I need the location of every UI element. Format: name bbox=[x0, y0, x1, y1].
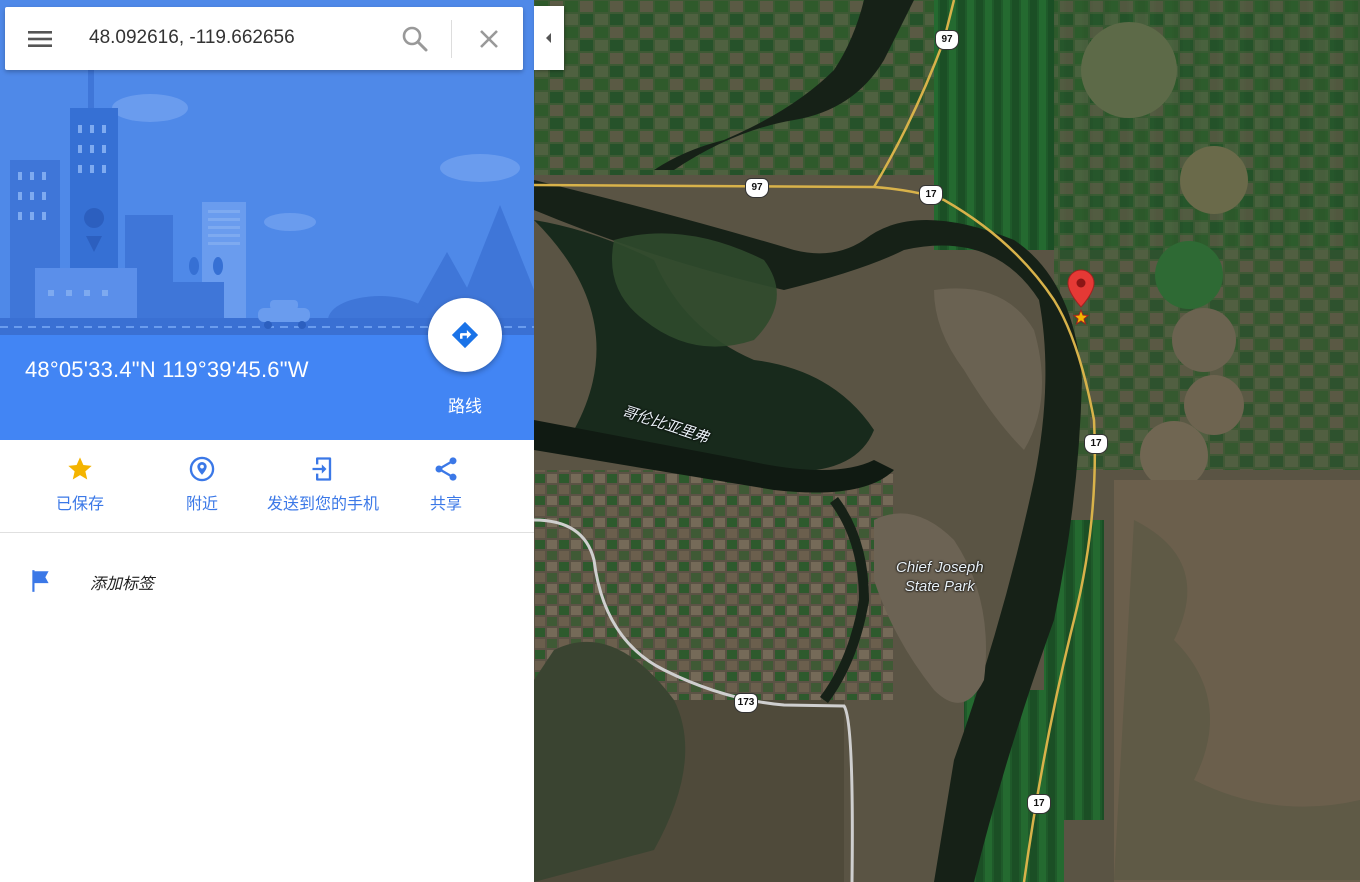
park-label: Chief Joseph State Park bbox=[896, 558, 984, 596]
add-label-text: 添加标签 bbox=[90, 576, 155, 593]
flag-icon bbox=[32, 570, 49, 592]
route-shield: 17 bbox=[1027, 794, 1051, 814]
directions-label: 路线 bbox=[448, 397, 482, 416]
search-input[interactable] bbox=[89, 24, 389, 52]
share-label: 共享 bbox=[429, 496, 462, 513]
nearby-icon bbox=[189, 456, 215, 482]
share-button[interactable]: 共享 bbox=[416, 455, 476, 525]
hamburger-menu-icon bbox=[28, 31, 52, 47]
save-button[interactable]: 已保存 bbox=[50, 455, 110, 525]
map-canvas[interactable]: 哥伦比亚里弗 Chief Joseph State Park 97 97 17 … bbox=[534, 0, 1360, 882]
send-to-phone-icon bbox=[312, 457, 332, 481]
search-icon bbox=[402, 26, 428, 52]
menu-button[interactable] bbox=[25, 25, 55, 53]
park-label-line2: State Park bbox=[904, 578, 975, 595]
action-row: 已保存 附近 发送到您的手机 共享 bbox=[0, 440, 534, 533]
search-button[interactable] bbox=[399, 23, 431, 55]
search-box bbox=[5, 7, 523, 70]
share-icon bbox=[435, 457, 457, 481]
star-icon bbox=[68, 457, 92, 480]
route-shield: 17 bbox=[919, 185, 943, 205]
location-marker[interactable] bbox=[1066, 268, 1096, 330]
save-label: 已保存 bbox=[55, 496, 104, 513]
route-shield: 97 bbox=[935, 30, 959, 50]
collapse-panel-button[interactable] bbox=[534, 6, 564, 70]
nearby-button[interactable]: 附近 bbox=[172, 455, 232, 525]
send-to-phone-label: 发送到您的手机 bbox=[266, 496, 379, 513]
search-divider bbox=[451, 20, 452, 58]
close-icon bbox=[480, 30, 498, 48]
side-panel: 48°05'33.4"N 119°39'45.6"W 路线 48.092616,… bbox=[0, 0, 534, 882]
send-to-phone-button[interactable]: 发送到您的手机 bbox=[264, 455, 382, 525]
directions-button[interactable] bbox=[428, 298, 502, 372]
park-label-line1: Chief Joseph bbox=[896, 559, 984, 576]
collapse-arrow-icon bbox=[546, 33, 551, 43]
clear-search-button[interactable] bbox=[473, 23, 505, 55]
route-shield: 17 bbox=[1084, 434, 1108, 454]
map-pin-icon bbox=[1067, 269, 1095, 326]
satellite-imagery bbox=[534, 0, 1360, 882]
add-label-row[interactable]: 添加标签 bbox=[0, 556, 534, 604]
place-title: 48°05'33.4"N 119°39'45.6"W bbox=[25, 357, 309, 382]
directions-icon bbox=[451, 321, 479, 349]
nearby-label: 附近 bbox=[185, 496, 218, 513]
route-shield: 97 bbox=[745, 178, 769, 198]
route-shield: 173 bbox=[734, 693, 758, 713]
